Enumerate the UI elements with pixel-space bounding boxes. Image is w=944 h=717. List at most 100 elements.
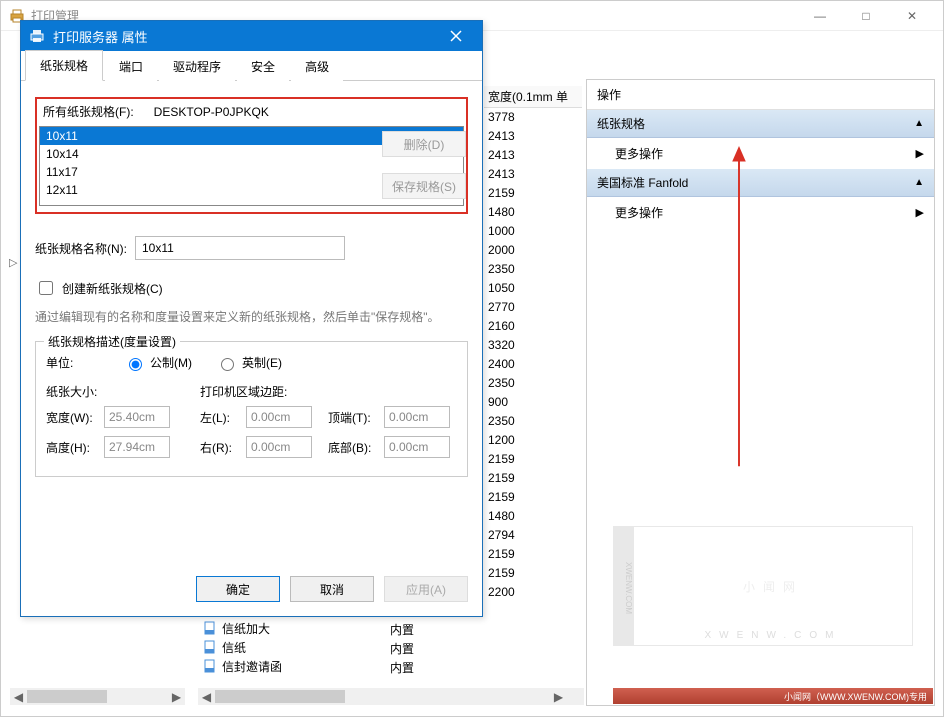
width-cell[interactable]: 1480 bbox=[484, 507, 582, 526]
width-cell[interactable]: 2413 bbox=[484, 127, 582, 146]
width-input[interactable] bbox=[104, 406, 170, 428]
bottom-margin-input[interactable] bbox=[384, 436, 450, 458]
tab-ports[interactable]: 端口 bbox=[105, 52, 157, 81]
width-cell[interactable]: 2400 bbox=[484, 355, 582, 374]
scroll-thumb[interactable] bbox=[215, 690, 345, 703]
actions-item-more-2[interactable]: 更多操作 ▶ bbox=[587, 197, 934, 228]
format-name-label: 纸张规格名称(N): bbox=[35, 240, 135, 257]
format-name-input[interactable] bbox=[135, 236, 345, 260]
width-cell[interactable]: 3320 bbox=[484, 336, 582, 355]
actions-section-us-fanfold[interactable]: 美国标准 Fanfold ▲ bbox=[587, 169, 934, 197]
chevron-right-icon: ▶ bbox=[916, 206, 924, 219]
forms-list-type-cell: 内置 bbox=[386, 638, 481, 657]
unit-label: 单位: bbox=[46, 354, 100, 371]
width-cell[interactable]: 2159 bbox=[484, 564, 582, 583]
width-cell[interactable]: 2413 bbox=[484, 165, 582, 184]
width-cell[interactable]: 2159 bbox=[484, 184, 582, 203]
width-label: 宽度(W): bbox=[46, 409, 98, 426]
width-cell[interactable]: 2770 bbox=[484, 298, 582, 317]
width-cell[interactable]: 1480 bbox=[484, 203, 582, 222]
scroll-right-arrow[interactable]: ▶ bbox=[168, 688, 185, 705]
scroll-left-arrow[interactable]: ◀ bbox=[198, 688, 215, 705]
width-cell[interactable]: 2159 bbox=[484, 450, 582, 469]
chevron-right-icon: ▶ bbox=[916, 147, 924, 160]
top-margin-input[interactable] bbox=[384, 406, 450, 428]
close-icon bbox=[450, 30, 462, 42]
bottom-margin-label: 底部(B): bbox=[328, 439, 378, 456]
create-new-format-checkbox[interactable] bbox=[39, 281, 53, 295]
width-cell[interactable]: 1000 bbox=[484, 222, 582, 241]
printer-icon bbox=[29, 28, 45, 44]
width-column: 宽度(0.1mm 单 37782413241324132159148010002… bbox=[484, 86, 582, 602]
left-panel-hscroll[interactable]: ◀ ▶ bbox=[10, 688, 185, 705]
dialog-title: 打印服务器 属性 bbox=[53, 27, 434, 46]
minimize-button[interactable]: — bbox=[797, 1, 843, 31]
width-cell[interactable]: 2159 bbox=[484, 469, 582, 488]
actions-item-more-1[interactable]: 更多操作 ▶ bbox=[587, 138, 934, 169]
tree-expand-marker[interactable]: ▷ bbox=[9, 256, 17, 269]
fieldset-legend: 纸张规格描述(度量设置) bbox=[44, 333, 180, 350]
width-cell[interactable]: 900 bbox=[484, 393, 582, 412]
top-margin-label: 顶端(T): bbox=[328, 409, 378, 426]
width-cell[interactable]: 2350 bbox=[484, 412, 582, 431]
forms-list-type-cell: 内置 bbox=[386, 619, 481, 638]
create-new-format-label: 创建新纸张规格(C) bbox=[62, 280, 163, 297]
width-cell[interactable]: 1050 bbox=[484, 279, 582, 298]
margins-label: 打印机区域边距: bbox=[200, 383, 450, 400]
scroll-left-arrow[interactable]: ◀ bbox=[10, 688, 27, 705]
unit-english-radio[interactable]: 英制(E) bbox=[216, 354, 282, 371]
ok-button[interactable]: 确定 bbox=[196, 576, 280, 602]
width-cell[interactable]: 2350 bbox=[484, 260, 582, 279]
server-name: DESKTOP-P0JPKQK bbox=[154, 105, 269, 119]
page-icon bbox=[202, 640, 218, 656]
page-icon bbox=[202, 659, 218, 675]
tab-advanced[interactable]: 高级 bbox=[291, 52, 343, 81]
tab-security[interactable]: 安全 bbox=[237, 52, 289, 81]
dialog-titlebar[interactable]: 打印服务器 属性 bbox=[21, 21, 482, 51]
collapse-up-icon: ▲ bbox=[914, 177, 924, 188]
help-text: 通过编辑现有的名称和度量设置来定义新的纸张规格，然后单击"保存规格"。 bbox=[35, 308, 468, 327]
scroll-corner bbox=[567, 688, 584, 705]
cancel-button[interactable]: 取消 bbox=[290, 576, 374, 602]
format-description-fieldset: 纸张规格描述(度量设置) 单位: 公制(M) 英制(E) 纸张大小: 宽度(W)… bbox=[35, 341, 468, 477]
left-margin-input[interactable] bbox=[246, 406, 312, 428]
tab-paper-formats[interactable]: 纸张规格 bbox=[25, 50, 103, 81]
save-format-button[interactable]: 保存规格(S) bbox=[382, 173, 466, 199]
maximize-button[interactable]: □ bbox=[843, 1, 889, 31]
dialog-body: 所有纸张规格(F): DESKTOP-P0JPKQK 10x11 10x14 1… bbox=[21, 81, 482, 571]
unit-metric-radio[interactable]: 公制(M) bbox=[124, 354, 192, 371]
width-cell[interactable]: 2200 bbox=[484, 583, 582, 602]
watermark-footer: 小闻网（WWW.XWENW.COM)专用 bbox=[613, 688, 933, 704]
height-input[interactable] bbox=[104, 436, 170, 458]
width-cell[interactable]: 2350 bbox=[484, 374, 582, 393]
width-cell[interactable]: 2794 bbox=[484, 526, 582, 545]
apply-button[interactable]: 应用(A) bbox=[384, 576, 468, 602]
width-cell[interactable]: 3778 bbox=[484, 108, 582, 127]
actions-section-paper-formats[interactable]: 纸张规格 ▲ bbox=[587, 110, 934, 138]
page-icon bbox=[202, 621, 218, 637]
left-margin-label: 左(L): bbox=[200, 409, 240, 426]
scroll-thumb[interactable] bbox=[27, 690, 107, 703]
scroll-right-arrow[interactable]: ▶ bbox=[550, 688, 567, 705]
forms-list-type-col: 内置内置内置 bbox=[386, 619, 481, 676]
collapse-up-icon: ▲ bbox=[914, 118, 924, 129]
dialog-close-button[interactable] bbox=[434, 21, 478, 51]
height-label: 高度(H): bbox=[46, 439, 98, 456]
paper-size-label: 纸张大小: bbox=[46, 383, 170, 400]
width-cell[interactable]: 2159 bbox=[484, 488, 582, 507]
width-cell[interactable]: 2159 bbox=[484, 545, 582, 564]
forms-list-hscroll[interactable]: ◀ ▶ bbox=[198, 688, 567, 705]
width-cell[interactable]: 2413 bbox=[484, 146, 582, 165]
print-server-properties-dialog: 打印服务器 属性 纸张规格 端口 驱动程序 安全 高级 所有纸张规格(F): D… bbox=[20, 20, 483, 617]
close-button[interactable]: ✕ bbox=[889, 1, 935, 31]
actions-pane-header: 操作 bbox=[587, 80, 934, 110]
width-column-header[interactable]: 宽度(0.1mm 单 bbox=[484, 86, 582, 108]
tab-drivers[interactable]: 驱动程序 bbox=[159, 52, 235, 81]
width-cell[interactable]: 2000 bbox=[484, 241, 582, 260]
watermark-box: 小闻网 XWENW.COM bbox=[633, 526, 913, 646]
delete-format-button[interactable]: 删除(D) bbox=[382, 131, 466, 157]
formats-label: 所有纸张规格(F): bbox=[43, 103, 134, 120]
width-cell[interactable]: 1200 bbox=[484, 431, 582, 450]
width-cell[interactable]: 2160 bbox=[484, 317, 582, 336]
right-margin-input[interactable] bbox=[246, 436, 312, 458]
